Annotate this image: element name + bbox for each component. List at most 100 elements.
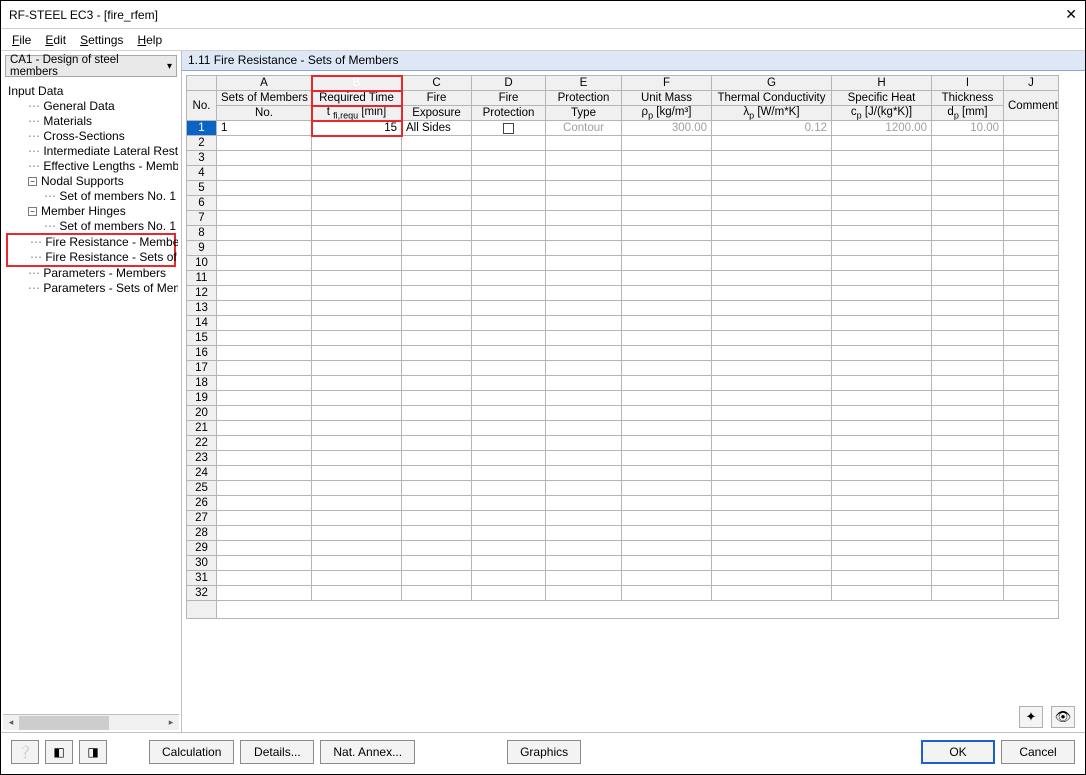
cell[interactable] <box>472 436 546 451</box>
row-header[interactable]: 30 <box>187 556 217 571</box>
cell[interactable] <box>472 391 546 406</box>
cell[interactable] <box>472 406 546 421</box>
cell[interactable] <box>622 301 712 316</box>
table-row[interactable]: 17 <box>187 361 1059 376</box>
cell[interactable] <box>712 286 832 301</box>
tree-root[interactable]: Input Data <box>4 84 178 99</box>
row-header[interactable]: 23 <box>187 451 217 466</box>
cell[interactable] <box>402 511 472 526</box>
cell[interactable] <box>622 451 712 466</box>
row-header[interactable]: 24 <box>187 466 217 481</box>
cell[interactable] <box>546 361 622 376</box>
cell[interactable] <box>1004 241 1059 256</box>
cell[interactable] <box>712 556 832 571</box>
cell[interactable] <box>472 496 546 511</box>
cell[interactable] <box>472 181 546 196</box>
pick-button[interactable]: ✦ <box>1019 706 1043 728</box>
cell[interactable] <box>402 241 472 256</box>
cell[interactable] <box>622 226 712 241</box>
cell[interactable] <box>832 436 932 451</box>
row-header-1[interactable]: 1 <box>187 121 217 136</box>
cell[interactable] <box>472 301 546 316</box>
cell[interactable] <box>932 391 1004 406</box>
cell[interactable] <box>312 466 402 481</box>
scroll-left-icon[interactable]: ◂ <box>3 716 19 730</box>
cell[interactable] <box>932 571 1004 586</box>
cell[interactable] <box>1004 466 1059 481</box>
tree-item[interactable]: ⋯ Set of members No. 1 <box>4 219 178 234</box>
table-row[interactable]: 10 <box>187 256 1059 271</box>
case-select[interactable]: CA1 - Design of steel members ▾ <box>5 55 177 77</box>
cell[interactable] <box>312 211 402 226</box>
cell[interactable] <box>1004 181 1059 196</box>
cell[interactable] <box>1004 271 1059 286</box>
cell[interactable] <box>932 166 1004 181</box>
cell[interactable] <box>1004 346 1059 361</box>
table-row[interactable]: 26 <box>187 496 1059 511</box>
cell[interactable] <box>546 511 622 526</box>
cell[interactable] <box>546 466 622 481</box>
cell[interactable] <box>312 301 402 316</box>
col-letter[interactable]: D <box>472 76 546 91</box>
cell[interactable] <box>546 241 622 256</box>
row-header[interactable]: 4 <box>187 166 217 181</box>
cell[interactable] <box>402 571 472 586</box>
cell[interactable] <box>546 316 622 331</box>
cell[interactable] <box>472 151 546 166</box>
tree-item[interactable]: ⋯ Intermediate Lateral Restraints <box>4 144 178 159</box>
cell[interactable] <box>932 286 1004 301</box>
cell[interactable] <box>712 406 832 421</box>
cell[interactable] <box>546 196 622 211</box>
cell[interactable] <box>402 181 472 196</box>
tree-item[interactable]: ⋯ Cross-Sections <box>4 129 178 144</box>
cell[interactable] <box>712 226 832 241</box>
cell[interactable] <box>622 586 712 601</box>
cell[interactable] <box>312 376 402 391</box>
cell[interactable] <box>712 466 832 481</box>
cell[interactable] <box>546 406 622 421</box>
cell[interactable] <box>472 316 546 331</box>
cell[interactable] <box>712 376 832 391</box>
cell[interactable] <box>932 226 1004 241</box>
cell[interactable] <box>402 526 472 541</box>
cell[interactable] <box>1004 496 1059 511</box>
table-row[interactable]: 24 <box>187 466 1059 481</box>
cell[interactable] <box>472 571 546 586</box>
tree-item[interactable]: ⋯ Parameters - Members <box>4 266 178 281</box>
cell[interactable] <box>472 241 546 256</box>
tree-item-nodal[interactable]: −Nodal Supports <box>4 174 178 189</box>
cell[interactable] <box>712 421 832 436</box>
cell[interactable] <box>472 466 546 481</box>
cell[interactable] <box>712 361 832 376</box>
cell[interactable] <box>217 466 312 481</box>
cell[interactable] <box>712 241 832 256</box>
cell[interactable] <box>217 376 312 391</box>
col-header[interactable]: Sets of Members <box>217 91 312 106</box>
cell[interactable] <box>217 361 312 376</box>
cell[interactable] <box>472 361 546 376</box>
cell[interactable] <box>217 511 312 526</box>
table-row[interactable]: 2 <box>187 136 1059 151</box>
cell[interactable] <box>312 166 402 181</box>
col-header[interactable]: Fire <box>402 91 472 106</box>
cell[interactable] <box>546 451 622 466</box>
cell[interactable] <box>217 301 312 316</box>
cell[interactable] <box>472 481 546 496</box>
cell[interactable] <box>932 316 1004 331</box>
row-header[interactable]: 13 <box>187 301 217 316</box>
cell[interactable] <box>312 421 402 436</box>
cell[interactable] <box>546 271 622 286</box>
cell[interactable] <box>622 511 712 526</box>
cell[interactable] <box>932 511 1004 526</box>
cell[interactable] <box>832 286 932 301</box>
table-row[interactable]: 5 <box>187 181 1059 196</box>
cell[interactable] <box>472 346 546 361</box>
tree-item[interactable]: ⋯ Materials <box>4 114 178 129</box>
row-header[interactable]: 26 <box>187 496 217 511</box>
cell[interactable] <box>312 451 402 466</box>
cell[interactable] <box>217 496 312 511</box>
table-row[interactable]: 29 <box>187 541 1059 556</box>
row-header[interactable]: 14 <box>187 316 217 331</box>
cell[interactable] <box>472 256 546 271</box>
cell[interactable] <box>546 526 622 541</box>
